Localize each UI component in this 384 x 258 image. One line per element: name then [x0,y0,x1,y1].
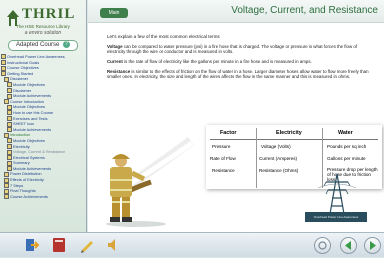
page-title: Voltage, Current, and Resistance [231,5,378,16]
table-cell: Pounds per sq inch [327,144,367,149]
table-cell: Resistance (Ohms) [259,168,299,173]
sidebar-nav-label: Instructional Goals [7,59,40,65]
sidebar-nav-label: Module Achievements [13,165,52,171]
voltage-paragraph: Voltage can be compared to water pressur… [107,44,375,55]
table-header-factor: Factor [220,130,237,136]
sidebar-nav-label: Exercises and Tests [13,115,48,121]
sidebar-nav-label: Electrical Systems [13,154,45,160]
sidebar-nav-label: Disclaimer [10,76,29,82]
current-paragraph: Current is the rate of flow of electrici… [107,59,375,64]
sidebar-nav-label: Voltage, Current & Resistance [13,149,66,155]
logo: THRIL The HSE Resource Library a enviro … [4,2,82,40]
sidebar-nav-label: Module Achievements [13,126,52,132]
table-divider [256,128,257,188]
pencil-icon[interactable] [78,236,96,254]
course-brand-label: Overhead Power Line Awareness [305,212,367,222]
course-selector-label: Adapted Course [15,42,60,49]
current-term: Current [107,59,123,64]
power-tower-icon [318,173,356,215]
sidebar-nav-label: Module Objectives [13,104,46,110]
logo-solution: a enviro solution [24,30,62,36]
sidebar-nav-label: Course Achievements [10,193,48,199]
sidebar-nav-label: Summary [13,160,30,166]
voltage-term: Voltage [107,44,123,49]
table-cell: Pressure [212,144,231,149]
sidebar-nav-label: Module Objectives [13,137,46,143]
back-button[interactable] [340,237,357,254]
resistance-term: Resistance [107,69,131,74]
main-badge[interactable]: Main [100,8,128,18]
sidebar-nav-label: Overhead Power Line Awareness [7,54,65,59]
exit-icon[interactable] [22,236,40,254]
table-cell: Voltage (Volts) [261,144,291,149]
table-header-water: Water [338,130,353,136]
folder-icon [4,194,9,200]
resistance-text: is similar to the effects of friction on… [107,69,369,80]
sidebar-nav-label: How to use this Course [13,109,54,115]
back-icon [345,241,351,250]
course-player-window: THRIL The HSE Resource Library a enviro … [0,0,384,257]
sidebar-nav-label: Introduction [10,132,31,138]
table-cell: Resistance [212,168,235,173]
next-icon [370,241,376,250]
sidebar-nav-label: Getting Started [7,70,34,76]
sidebar-nav-label: SHEET Icon [13,121,35,127]
audio-icon[interactable] [104,236,122,254]
sidebar-nav-label: Effects of Electricity [10,177,44,183]
sidebar: THRIL The HSE Resource Library a enviro … [0,0,87,232]
sidebar-nav-label: Power Distribution [10,171,42,177]
table-cell: Current (Amperes) [259,156,298,161]
sidebar-nav-label: Course Introduction [10,98,44,104]
next-button[interactable] [364,237,381,254]
footer-toolbar [0,232,384,257]
sidebar-nav-label: Final Thoughts [10,188,36,194]
sidebar-nav-label: Course Objectives [7,65,39,71]
sidebar-nav-label: 7 Steps [10,182,24,188]
header: Main Voltage, Current, and Resistance [88,0,384,23]
sidebar-nav-label: Disclaimer [13,87,32,93]
table-header-electricity: Electricity [276,130,302,136]
firefighter-illustration [106,136,194,227]
sidebar-nav-label: Electricity [13,143,30,149]
course-selector[interactable]: Adapted Course ? [8,40,78,51]
table-divider [210,139,378,140]
voltage-text: can be compared to water pressure (psi) … [107,44,357,55]
logo-subtitle: The HSE Resource Library [16,24,70,29]
notebook-icon[interactable] [50,236,68,254]
replay-icon [318,241,327,250]
course-outline: Overhead Power Line Awareness Instruction… [0,54,86,200]
sidebar-nav-label: Module Objectives [13,81,46,87]
sidebar-nav-item[interactable]: Course Achievements [0,194,86,200]
help-icon[interactable]: ? [63,41,71,48]
intro-text: Let's explain a few of the most common e… [107,34,220,39]
table-cell: Gallons per minute [327,156,366,161]
sidebar-nav-label: Module Achievements [13,93,52,99]
current-text: is the rate of flow of electricity like … [122,59,312,64]
resistance-paragraph: Resistance is similar to the effects of … [107,69,375,80]
replay-button[interactable] [314,237,331,254]
logo-title: THRIL [22,6,76,22]
table-cell: Rate of Flow [210,156,236,161]
